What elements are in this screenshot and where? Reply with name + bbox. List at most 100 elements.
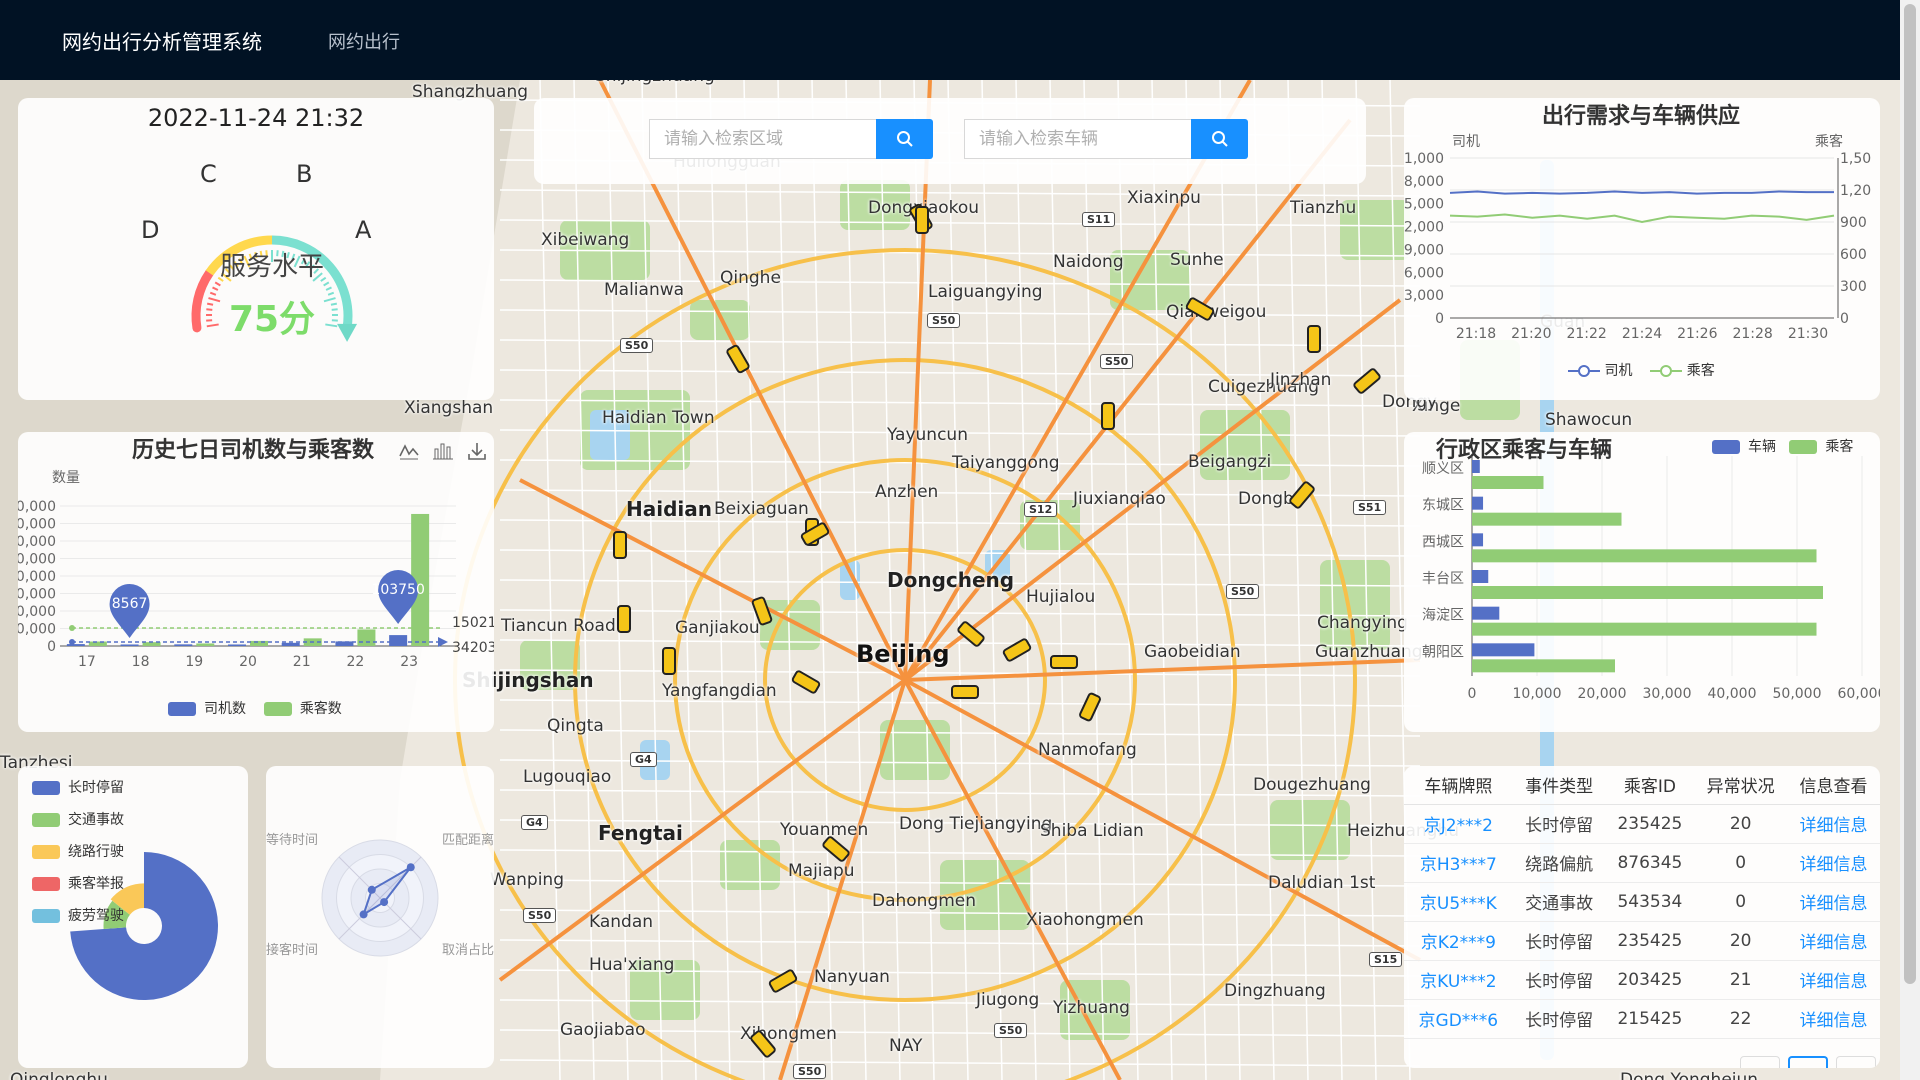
district-bar-chart[interactable]: 0 10,000 20,000 30,000 40,000 50,000 60,000 顺义区… (1404, 432, 1880, 732)
history-bar-chart[interactable]: 数量0,0000,0000,0000,0000,0000,0000,0000,0… (18, 432, 494, 732)
event-type-cell: 长时停留 (1512, 921, 1606, 961)
passenger-bar[interactable] (250, 640, 268, 646)
detail-link[interactable]: 详细信息 (1787, 804, 1880, 844)
right-axis-tick: 900 (1840, 215, 1867, 231)
nav-link-ride-hailing[interactable]: 网约出行 (328, 28, 400, 54)
passenger-bar[interactable] (1472, 476, 1544, 489)
pie-legend-item[interactable]: 乘客举报 (32, 874, 124, 906)
passenger-bar[interactable] (88, 641, 107, 646)
driver-bar[interactable] (120, 644, 139, 646)
taxi-icon[interactable] (951, 685, 979, 699)
taxi-icon[interactable] (662, 647, 676, 675)
taxi-icon[interactable] (613, 531, 627, 559)
plate-cell[interactable]: 京J2***2 (1404, 804, 1513, 844)
map-place-label: Jinzhan (1270, 370, 1332, 390)
right-axis-tick: 600 (1840, 247, 1867, 263)
detail-link[interactable]: 详细信息 (1787, 921, 1880, 961)
driver-average-label: 34203 (452, 640, 494, 656)
map-place-label: Youanmen (780, 820, 869, 840)
taxi-icon[interactable] (617, 605, 631, 633)
vehicle-bar[interactable] (1472, 496, 1484, 510)
radar-point[interactable] (367, 885, 376, 894)
passenger-bar[interactable] (1472, 512, 1622, 526)
plate-cell[interactable]: 京GD***6 (1404, 999, 1513, 1039)
vehicle-bar[interactable] (1472, 533, 1484, 547)
page-scrollbar[interactable] (1900, 0, 1920, 1080)
pie-legend-item[interactable]: 长时停留 (32, 778, 124, 810)
pie-legend-item[interactable]: 疲劳驾驶 (32, 906, 124, 938)
right-axis-tick: 0 (1840, 311, 1849, 327)
series-line-0[interactable] (1449, 190, 1834, 195)
detail-link[interactable]: 详细信息 (1787, 882, 1880, 922)
passenger-bar[interactable] (142, 642, 161, 646)
vehicle-bar[interactable] (1472, 460, 1480, 473)
map-place-label: Xiaohongmen (1026, 910, 1144, 930)
abnormal-cell: 20 (1694, 804, 1788, 844)
passenger-count-legend-label[interactable]: 乘客数 (300, 701, 342, 717)
driver-bar[interactable] (228, 644, 246, 646)
map-place-label: Shijingzhuang (595, 80, 715, 86)
pager-prev-button[interactable] (1740, 1056, 1780, 1068)
map-place-label: Malianwa (604, 280, 685, 300)
driver-bar[interactable] (281, 642, 300, 646)
y-axis-tick: 0,000 (18, 569, 56, 585)
taxi-icon[interactable] (915, 206, 929, 234)
plate-cell[interactable]: 京H3***7 (1404, 843, 1513, 883)
passenger-bar[interactable] (1472, 659, 1615, 673)
map-place-label: Xiaxinpu (1127, 188, 1201, 208)
vehicle-bar[interactable] (1472, 570, 1489, 583)
vehicle-bar[interactable] (1472, 606, 1500, 620)
radar-point[interactable] (380, 898, 389, 907)
radar-point[interactable] (359, 910, 368, 919)
pie-legend-item[interactable]: 交通事故 (32, 810, 124, 842)
plate-cell[interactable]: 京K2***9 (1404, 921, 1513, 961)
vehicle-search-input[interactable] (964, 119, 1191, 159)
pie-legend-item[interactable]: 绕路行驶 (32, 842, 124, 874)
radar-point[interactable] (406, 863, 415, 872)
vehicle-search-button[interactable] (1191, 119, 1248, 159)
taxi-icon[interactable] (1307, 325, 1321, 353)
abnormal-cell: 22 (1694, 999, 1788, 1039)
passenger-legend-label[interactable]: 乘客 (1687, 363, 1715, 379)
event-type-cell: 长时停留 (1512, 960, 1606, 1000)
x-axis-tick: 21:18 (1456, 326, 1496, 342)
max-driver-marker[interactable]: 8567 (109, 584, 150, 638)
y-axis-tick: 0,000 (18, 499, 56, 515)
search-panel (534, 98, 1366, 184)
event-type-cell: 长时停留 (1512, 999, 1606, 1039)
service-radar-chart[interactable]: 等待时间 匹配距离接客时间 取消占比 (266, 766, 494, 1068)
passenger-bar[interactable] (1472, 549, 1817, 563)
taxi-icon[interactable] (1101, 402, 1115, 430)
passenger-bar[interactable] (1472, 586, 1823, 599)
plate-cell[interactable]: 京U5***K (1404, 882, 1513, 922)
detail-link[interactable]: 详细信息 (1787, 843, 1880, 883)
scrollbar-thumb[interactable] (1904, 4, 1916, 984)
supply-line-chart[interactable]: 司机 乘客1,0008,0005,0002,0009,0006,0003,0000… (1404, 98, 1880, 400)
plate-cell[interactable]: 京KU***2 (1404, 960, 1513, 1000)
pager-next-button[interactable] (1836, 1056, 1876, 1068)
driver-count-legend-label[interactable]: 司机数 (204, 701, 246, 717)
map-place-label: Kandan (589, 912, 654, 932)
driver-bar[interactable] (66, 644, 85, 646)
x-axis-tick: 10,000 (1513, 686, 1562, 702)
detail-link[interactable]: 详细信息 (1787, 999, 1880, 1039)
map-place-label: Wanping (490, 870, 564, 890)
pager-current-page[interactable] (1788, 1056, 1828, 1068)
map-place-label: Jiugong (976, 990, 1040, 1010)
passenger-id-cell: 876345 (1605, 843, 1695, 883)
driver-bar[interactable] (174, 644, 193, 646)
passenger-bar[interactable] (1472, 622, 1817, 636)
radar-indicator-label: 等待时间 (266, 832, 318, 848)
area-search-button[interactable] (876, 119, 933, 159)
area-search-input[interactable] (649, 119, 876, 159)
driver-legend-label[interactable]: 司机 (1604, 363, 1632, 379)
right-axis-tick: 300 (1840, 279, 1867, 295)
passenger-bar[interactable] (357, 629, 376, 646)
detail-link[interactable]: 详细信息 (1787, 960, 1880, 1000)
passenger-bar[interactable] (196, 643, 215, 646)
taxi-icon[interactable] (1050, 655, 1078, 669)
driver-bar[interactable] (389, 635, 408, 646)
series-line-1[interactable] (1449, 213, 1835, 224)
vehicle-bar[interactable] (1472, 643, 1535, 657)
map-place-label: Nanmofang (1038, 740, 1137, 760)
